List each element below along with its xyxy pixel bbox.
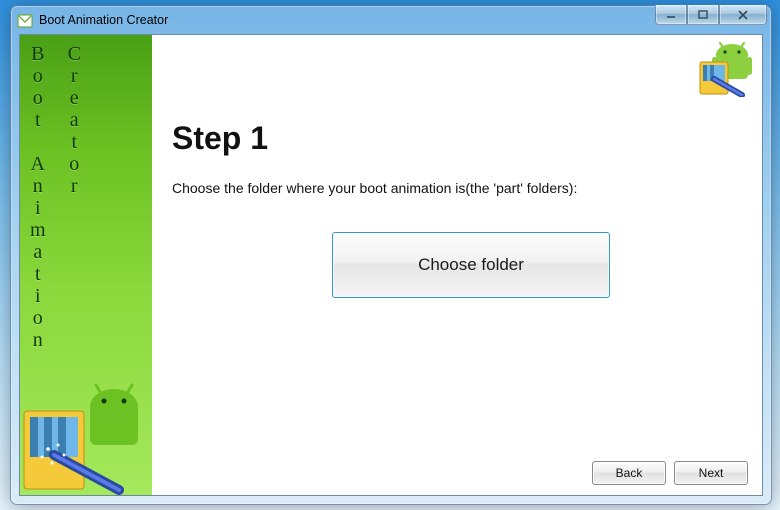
step-title: Step 1: [172, 120, 268, 157]
sidebar: BootAnimation Creator: [20, 35, 152, 495]
window-title: Boot Animation Creator: [39, 13, 168, 27]
maximize-button[interactable]: [687, 5, 719, 25]
client-area: BootAnimation Creator: [19, 34, 763, 496]
sidebar-col-2: Creator: [68, 43, 81, 351]
close-button[interactable]: [719, 5, 767, 25]
app-icon: [17, 12, 33, 28]
step-instruction: Choose the folder where your boot animat…: [172, 180, 577, 196]
sidebar-col-1: BootAnimation: [30, 43, 46, 351]
app-window: Boot Animation Creator BootAnimation Cre…: [10, 5, 772, 505]
sidebar-title: BootAnimation Creator: [30, 43, 81, 351]
choose-folder-button[interactable]: Choose folder: [332, 232, 610, 298]
sidebar-logo: [20, 375, 152, 495]
window-controls: [655, 5, 767, 25]
next-button[interactable]: Next: [674, 461, 748, 485]
back-button[interactable]: Back: [592, 461, 666, 485]
main-panel: Step 1 Choose the folder where your boot…: [152, 35, 762, 495]
minimize-button[interactable]: [655, 5, 687, 25]
nav-buttons: Back Next: [592, 461, 748, 485]
corner-logo: [698, 41, 754, 102]
titlebar[interactable]: Boot Animation Creator: [11, 6, 771, 34]
